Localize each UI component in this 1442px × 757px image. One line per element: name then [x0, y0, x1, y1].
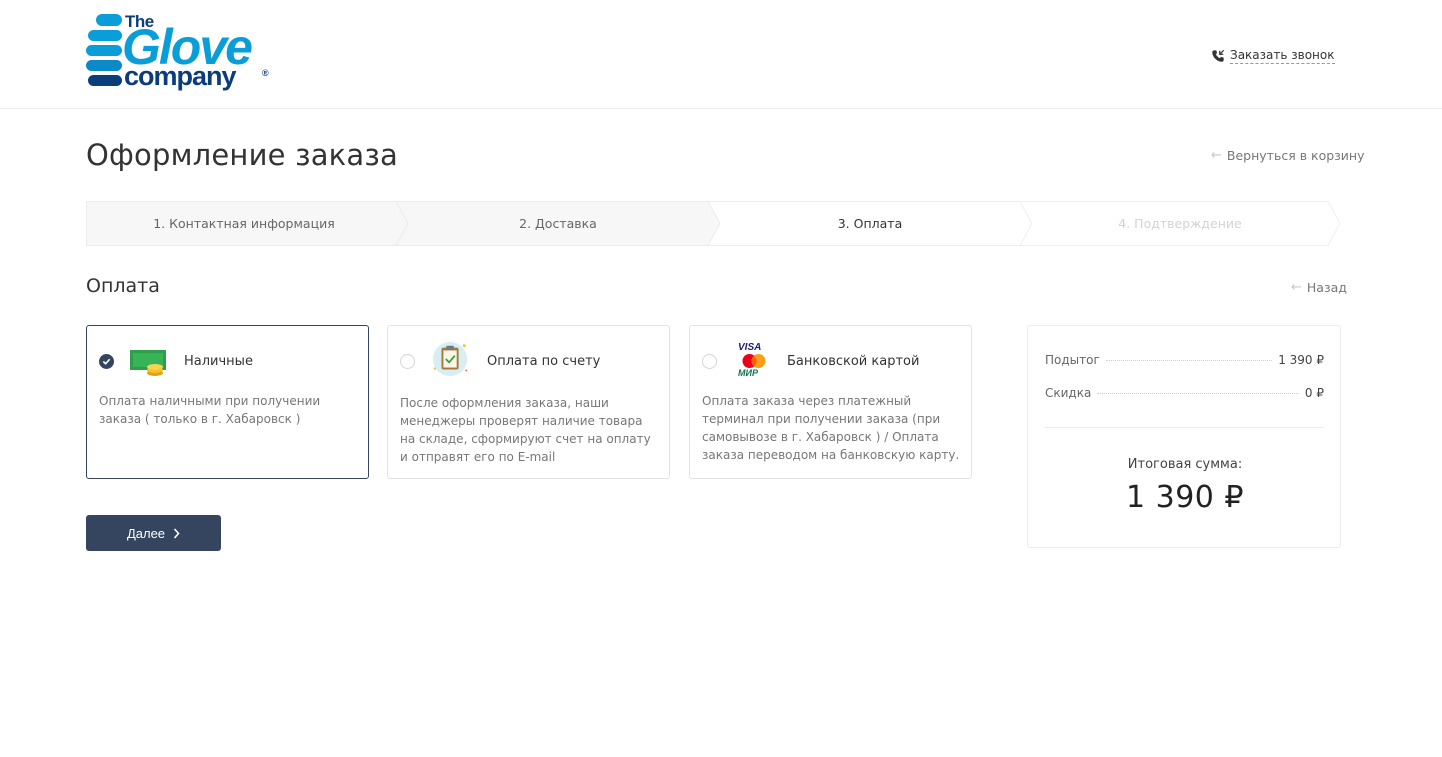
arrow-left-icon: ←	[1211, 148, 1222, 163]
phone-icon	[1212, 49, 1225, 62]
order-summary: Подытог 1 390 ₽ Скидка 0 ₽ Итоговая сумм…	[1027, 325, 1341, 548]
discount-value: 0 ₽	[1304, 386, 1324, 400]
step-confirmation: 4. Подтверждение	[1026, 201, 1334, 246]
callback-label[interactable]: Заказать звонок	[1230, 48, 1335, 64]
check-icon	[102, 358, 111, 365]
chevron-right-icon	[173, 527, 180, 539]
payment-option-cash[interactable]: Наличные Оплата наличными при получении …	[86, 325, 369, 479]
discount-row: Скидка 0 ₽	[1045, 386, 1324, 400]
invoice-icon	[432, 341, 468, 377]
payment-option-invoice[interactable]: Оплата по счету После оформления заказа,…	[387, 325, 670, 479]
cash-icon	[130, 350, 166, 376]
payment-name: Оплата по счету	[487, 354, 601, 369]
section-title: Оплата	[86, 275, 160, 297]
summary-divider	[1045, 427, 1324, 428]
site-header: The Glove company ® Заказать звонок	[0, 0, 1442, 109]
dotted-leader	[1097, 393, 1299, 394]
radio-button[interactable]	[99, 354, 114, 369]
logo-registered-mark: ®	[262, 68, 269, 78]
step-label: 1. Контактная информация	[153, 216, 335, 231]
step-label: 3. Оплата	[837, 216, 903, 231]
discount-label: Скидка	[1045, 386, 1092, 400]
back-label[interactable]: Назад	[1307, 280, 1347, 295]
radio-button[interactable]	[400, 354, 415, 369]
step-label: 4. Подтверждение	[1118, 216, 1242, 231]
bank-card-icon: VISA МИР	[734, 342, 774, 380]
subtotal-row: Подытог 1 390 ₽	[1045, 353, 1324, 367]
payment-name: Банковской картой	[787, 354, 920, 369]
checkout-steps: 1. Контактная информация 2. Доставка 3. …	[86, 201, 1342, 246]
subtotal-label: Подытог	[1045, 353, 1100, 367]
back-link[interactable]: ← Назад	[1291, 280, 1347, 295]
logo-stripes-icon	[86, 14, 122, 86]
payment-description: Оплата наличными при получении заказа ( …	[99, 394, 321, 426]
logo-company: company	[124, 61, 237, 91]
step-delivery[interactable]: 2. Доставка	[402, 201, 714, 246]
next-label: Далее	[126, 525, 166, 541]
step-label: 2. Доставка	[519, 216, 597, 231]
dotted-leader	[1105, 360, 1273, 361]
mastercard-logo-icon	[742, 354, 766, 368]
total-label: Итоговая сумма:	[1127, 457, 1243, 472]
payment-name: Наличные	[184, 354, 253, 369]
visa-logo: VISA	[738, 342, 762, 353]
step-contact-info[interactable]: 1. Контактная информация	[86, 201, 402, 246]
back-to-cart-link[interactable]: ← Вернуться в корзину	[1211, 148, 1365, 163]
step-payment: 3. Оплата	[714, 201, 1026, 246]
mir-logo: МИР	[738, 368, 758, 378]
payment-description: Оплата заказа через платежный терминал п…	[702, 394, 960, 462]
payment-option-bank-card[interactable]: VISA МИР Банковской картой Оплата заказа…	[689, 325, 972, 479]
radio-button[interactable]	[702, 354, 717, 369]
back-to-cart-label[interactable]: Вернуться в корзину	[1227, 148, 1365, 163]
next-button[interactable]: Далее	[86, 515, 221, 551]
payment-description: После оформления заказа, наши менеджеры …	[400, 396, 651, 464]
page-title: Оформление заказа	[86, 138, 398, 172]
subtotal-value: 1 390 ₽	[1278, 353, 1324, 367]
arrow-left-icon: ←	[1291, 280, 1302, 295]
total-value: 1 390 ₽	[1125, 480, 1244, 515]
callback-link[interactable]: Заказать звонок	[1211, 48, 1335, 64]
